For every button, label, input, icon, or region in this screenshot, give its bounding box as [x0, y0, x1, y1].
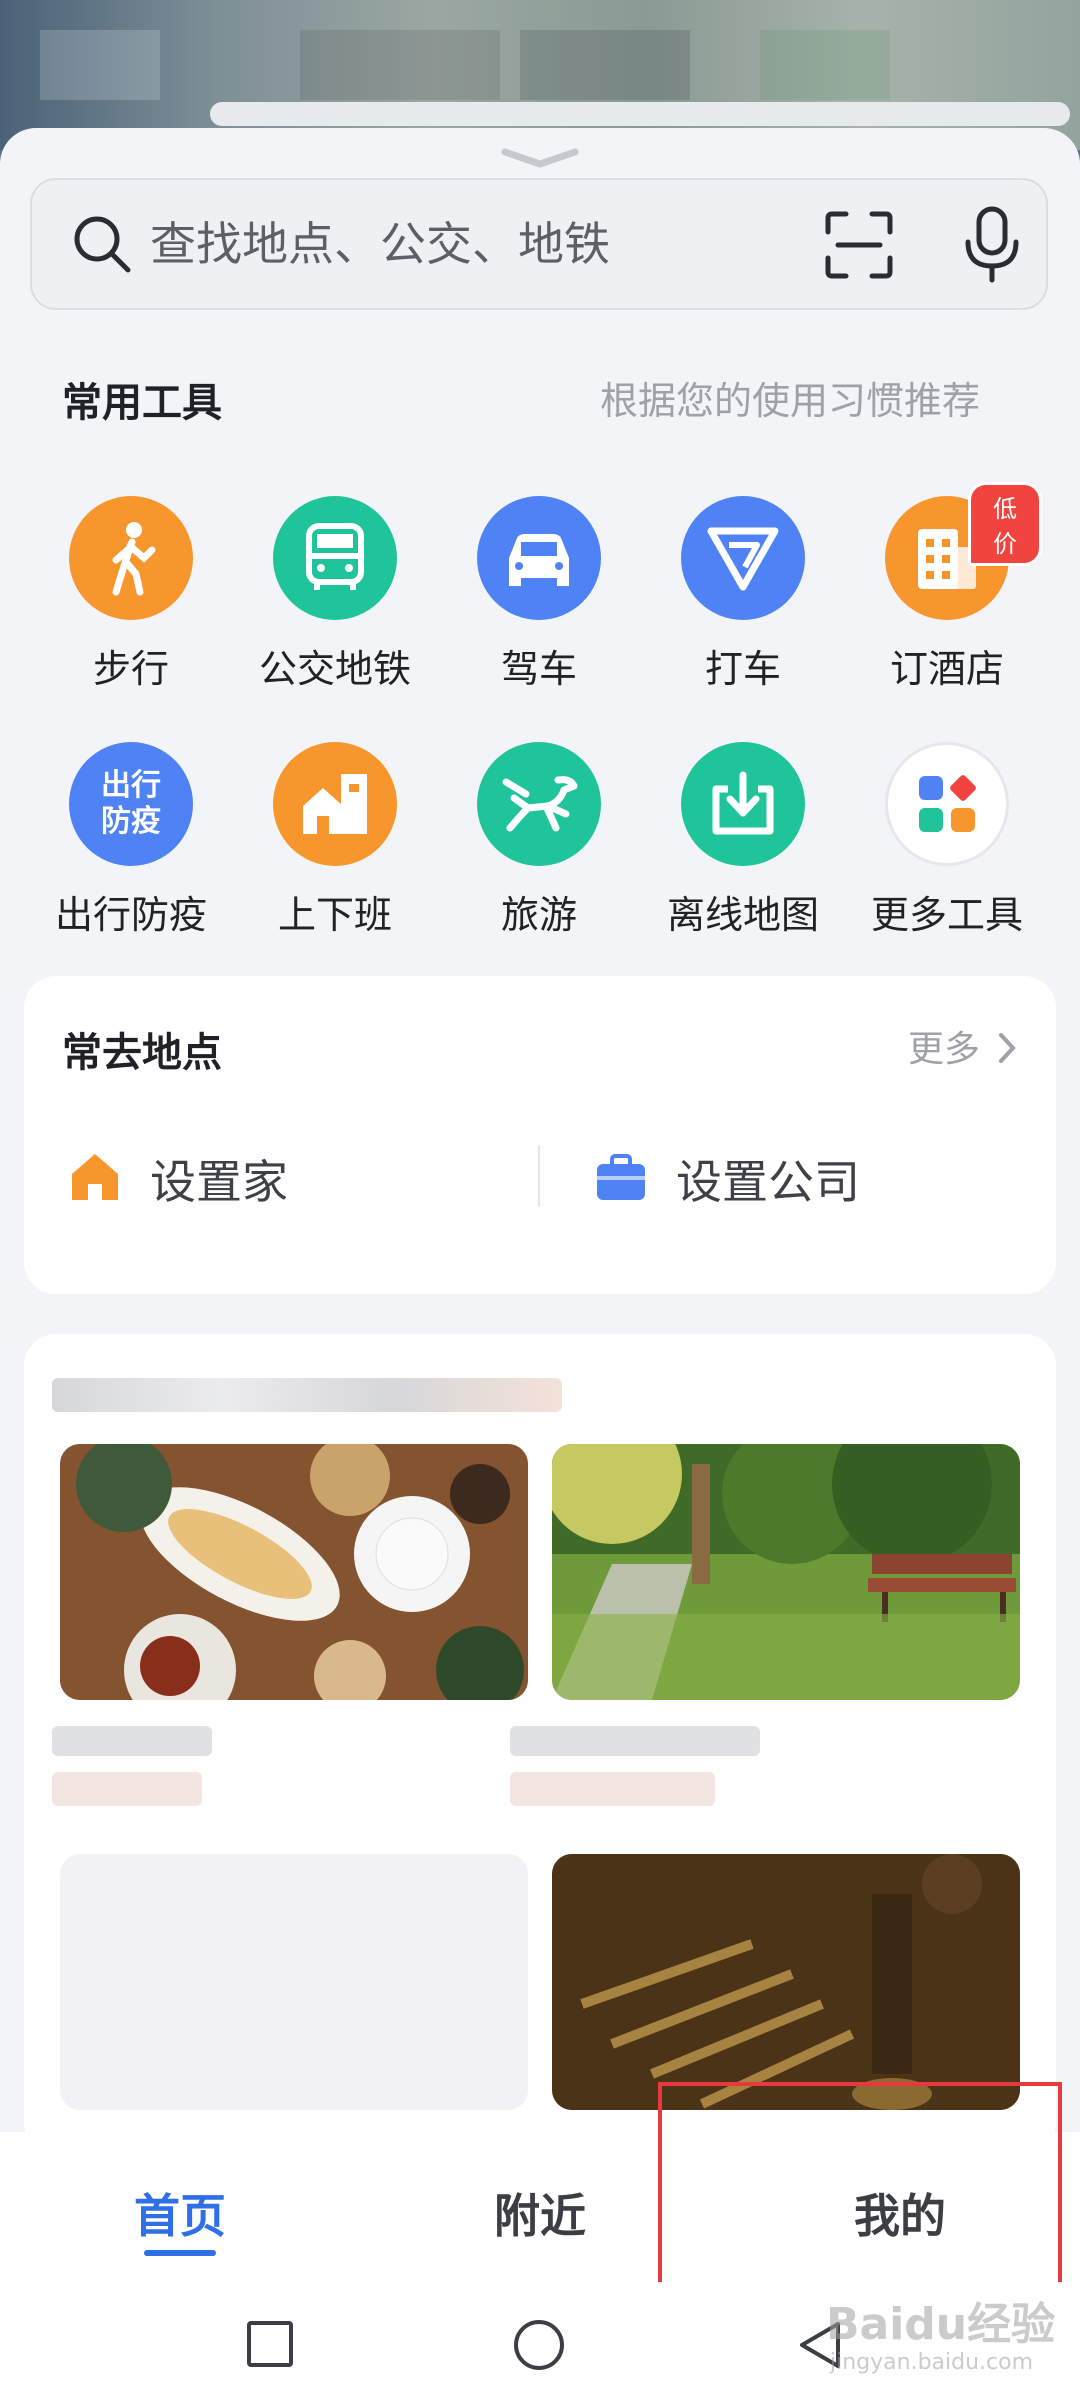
tool-label: 打车: [704, 647, 781, 691]
search-input[interactable]: 查找地点、公交、地铁: [150, 180, 610, 308]
epidemic-icon: 出行 防疫: [69, 742, 193, 866]
sheet-handle-chevron-icon[interactable]: [501, 146, 579, 170]
low-price-badge: 低价: [968, 482, 1042, 566]
tool-label: 上下班: [277, 893, 392, 937]
blurred-text: [510, 1772, 715, 1806]
tool-label: 更多工具: [870, 893, 1023, 937]
tool-taxi[interactable]: 打车: [648, 496, 838, 696]
tools-section-note: 根据您的使用习惯推荐: [600, 379, 981, 423]
frequent-more-link[interactable]: 更多: [908, 1020, 1017, 1072]
tool-label: 出行防疫: [54, 893, 207, 937]
set-company-label: 设置公司: [676, 1155, 860, 1209]
food-photo[interactable]: [60, 1444, 528, 1700]
recent-apps-icon[interactable]: [246, 2320, 294, 2368]
tool-offline-map[interactable]: 离线地图: [648, 742, 838, 942]
tab-nearby[interactable]: 附近: [494, 2180, 586, 2246]
offline-map-icon: [681, 742, 805, 866]
search-icon: [74, 216, 131, 273]
commute-icon: [273, 742, 397, 866]
tool-more[interactable]: 更多工具: [852, 742, 1042, 942]
more-tools-icon: [885, 742, 1009, 866]
tool-epidemic[interactable]: 出行 防疫 出行防疫: [36, 742, 226, 942]
tool-label: 订酒店: [889, 647, 1004, 691]
tool-label: 步行: [92, 647, 169, 691]
tool-drive[interactable]: 驾车: [444, 496, 634, 696]
places-divider: [538, 1145, 540, 1207]
map-road-blur: [210, 102, 1070, 126]
tool-label: 离线地图: [666, 893, 819, 937]
park-photo[interactable]: [552, 1444, 1020, 1700]
bus-icon: [273, 496, 397, 620]
tools-section-title: 常用工具: [62, 380, 222, 426]
tool-label: 公交地铁: [258, 647, 411, 691]
highlight-box: [658, 2082, 1062, 2296]
culture-photo[interactable]: [552, 1854, 1020, 2110]
tab-home[interactable]: 首页: [134, 2180, 226, 2246]
home-circle-icon[interactable]: [512, 2318, 566, 2372]
placeholder-photo[interactable]: [60, 1854, 528, 2110]
blurred-text: [52, 1772, 202, 1806]
taxi-icon: [681, 496, 805, 620]
tool-bus-metro[interactable]: 公交地铁: [240, 496, 430, 696]
watermark-url: jingyan.baidu.com: [830, 2350, 1034, 2375]
set-home-label: 设置家: [150, 1155, 288, 1209]
search-bar[interactable]: 查找地点、公交、地铁: [30, 178, 1048, 310]
chevron-right-icon: [999, 1033, 1017, 1063]
car-icon: [477, 496, 601, 620]
tool-hotel[interactable]: 低价 订酒店: [852, 482, 1042, 696]
blurred-title: [52, 1378, 562, 1412]
frequent-title: 常去地点: [62, 1030, 222, 1076]
tool-travel[interactable]: 旅游: [444, 742, 634, 942]
tool-label: 旅游: [500, 893, 577, 937]
more-label: 更多: [908, 1029, 981, 1070]
briefcase-icon: [597, 1154, 645, 1200]
home-icon: [72, 1154, 118, 1200]
tool-commute[interactable]: 上下班: [240, 742, 430, 942]
walk-icon: [69, 496, 193, 620]
set-home-button[interactable]: 设置家: [68, 1146, 488, 1210]
tool-label: 驾车: [500, 647, 577, 691]
travel-horse-icon: [477, 742, 601, 866]
blurred-text: [52, 1726, 212, 1756]
active-tab-indicator: [144, 2250, 216, 2256]
set-company-button[interactable]: 设置公司: [594, 1146, 1014, 1210]
blurred-text: [510, 1726, 760, 1756]
microphone-icon[interactable]: [962, 206, 1022, 284]
scan-icon[interactable]: [824, 210, 894, 280]
watermark-logo: Baidu经验: [826, 2299, 1056, 2350]
tool-walk[interactable]: 步行: [36, 496, 226, 696]
